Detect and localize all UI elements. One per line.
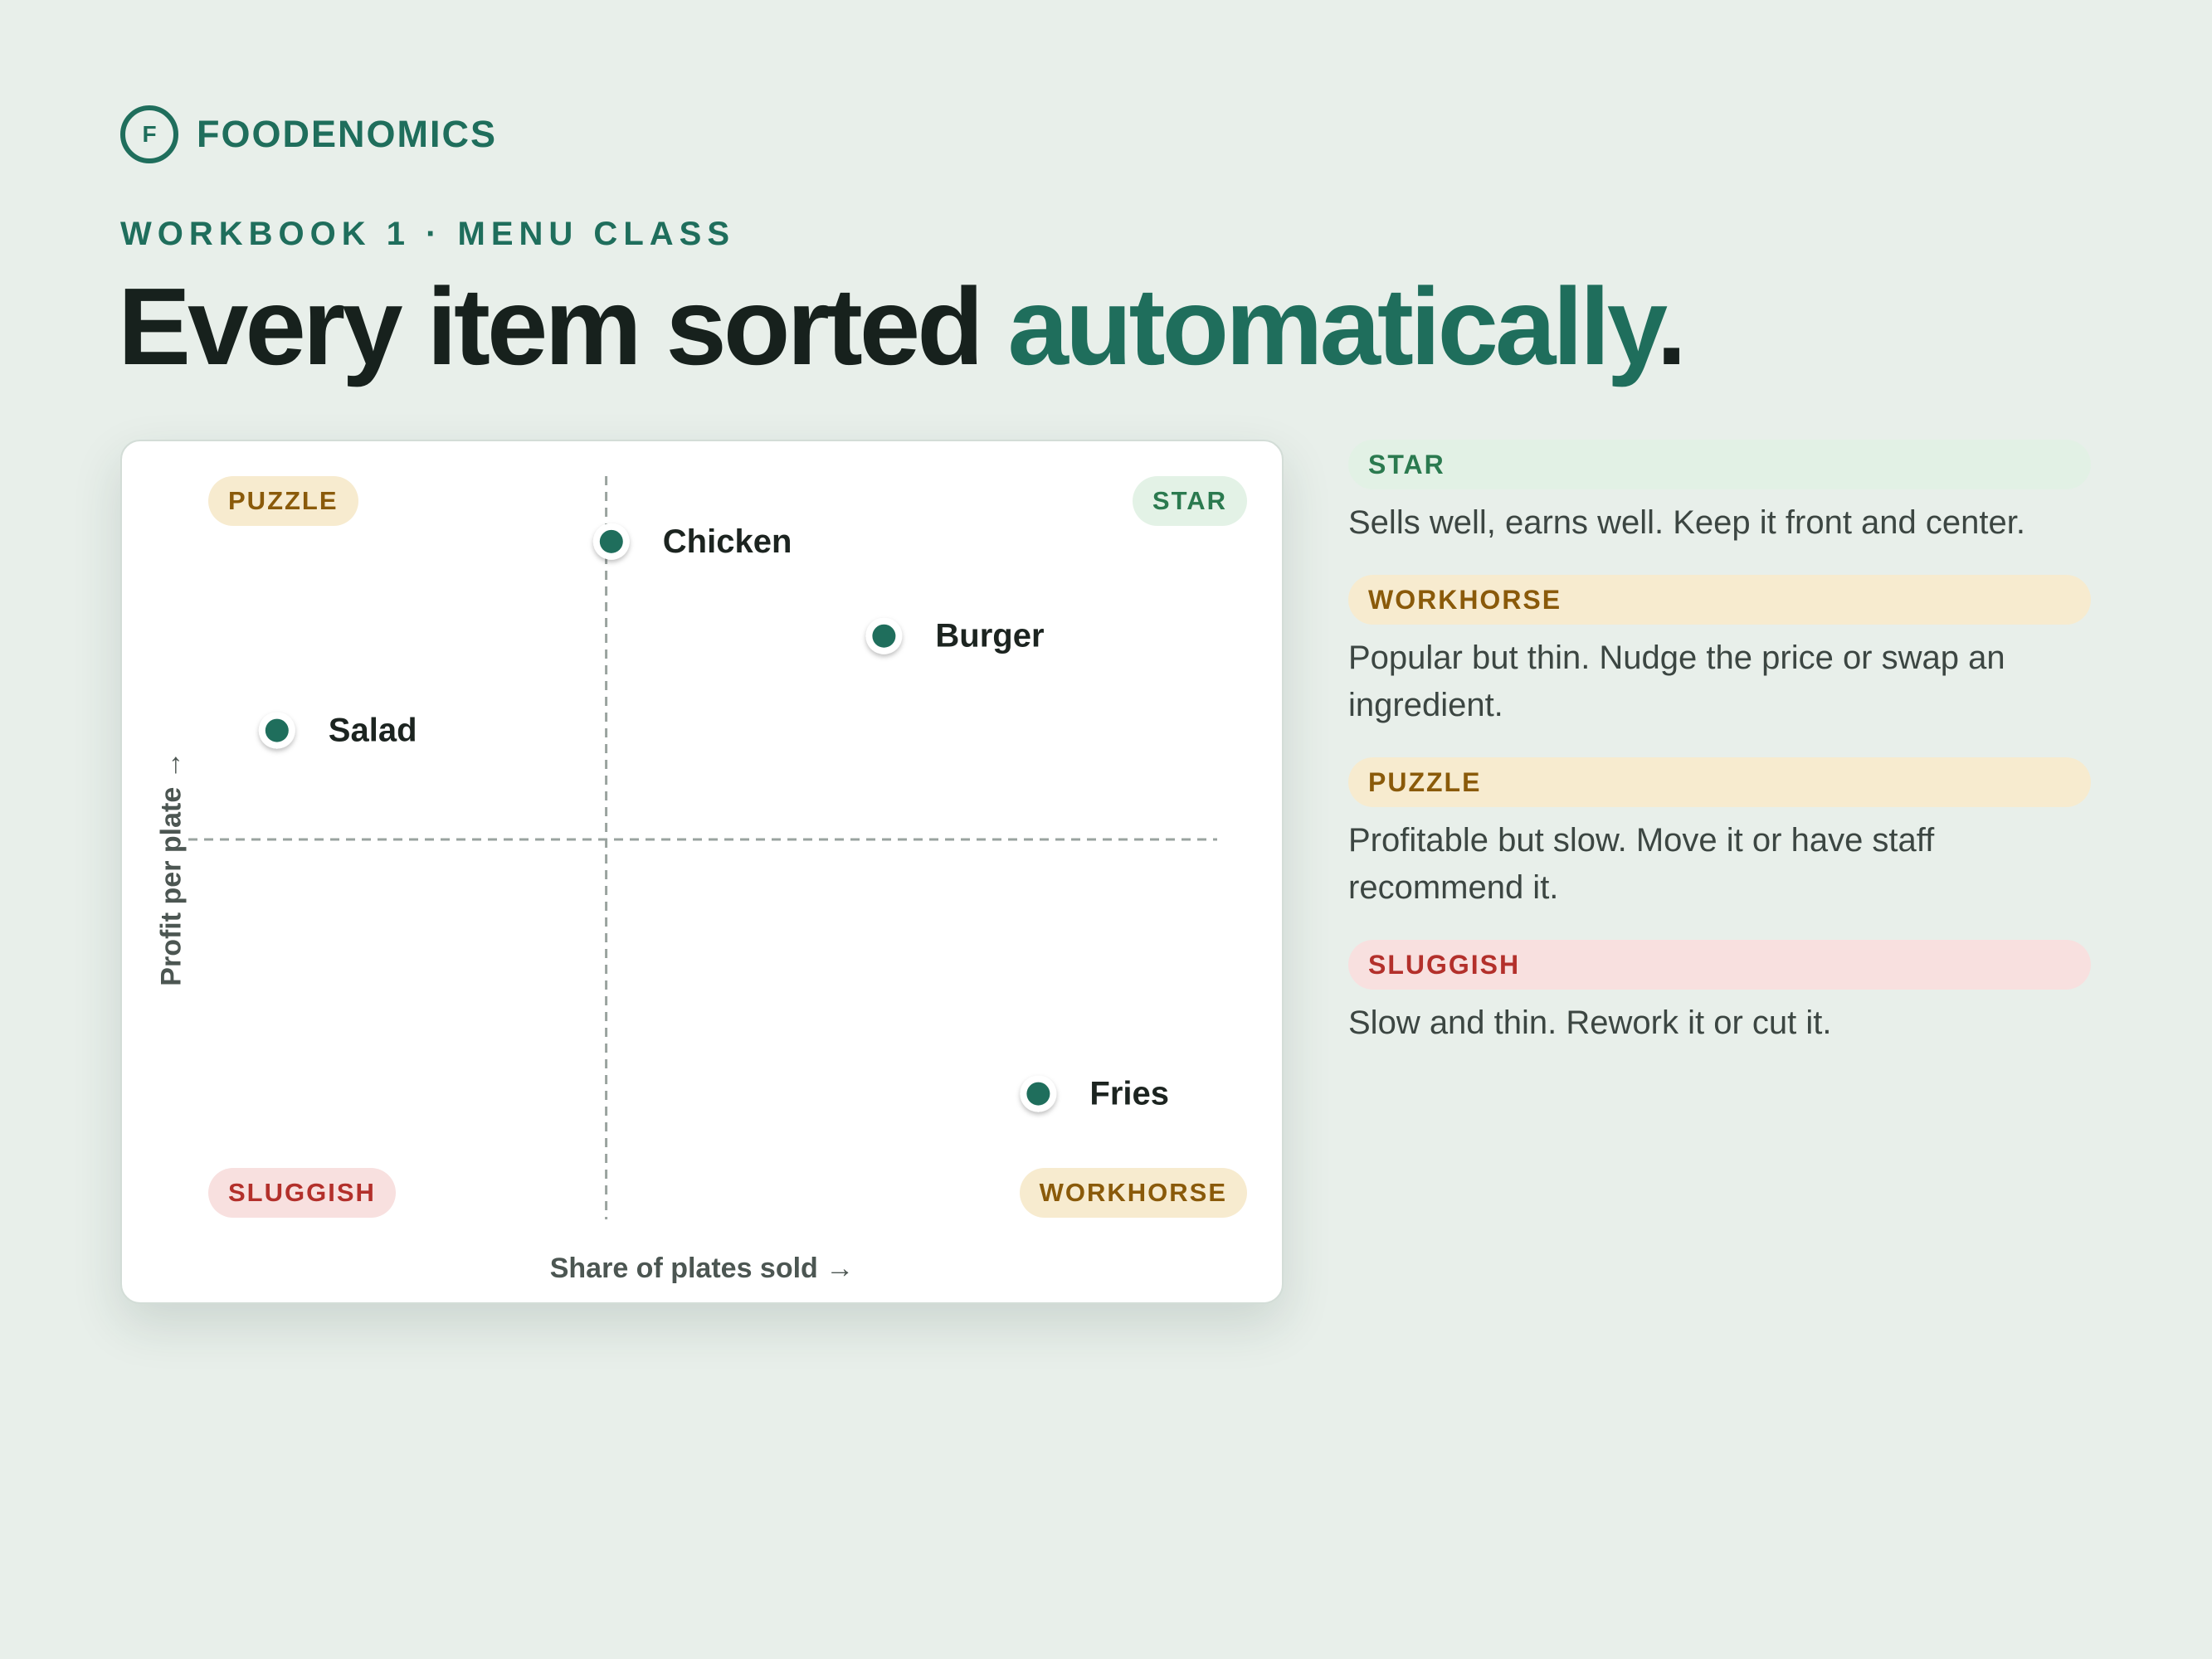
headline-accent: automatically bbox=[1007, 265, 1660, 387]
legend-tag-sluggish: SLUGGISH bbox=[1348, 940, 2091, 990]
point-label-salad: Salad bbox=[329, 713, 417, 749]
quadrant-label-star: STAR bbox=[1132, 476, 1247, 526]
eyebrow: WORKBOOK 1 · MENU CLASS bbox=[120, 216, 735, 252]
legend-desc-star: Sells well, earns well. Keep it front an… bbox=[1348, 504, 2025, 541]
x-axis-label: Share of plates sold → bbox=[549, 1253, 855, 1284]
quadrant-label-sluggish: SLUGGISH bbox=[208, 1168, 396, 1218]
brand-name: FOODENOMICS bbox=[197, 113, 498, 155]
y-axis-label: Profit per plate → bbox=[155, 751, 188, 986]
data-point-salad bbox=[265, 718, 289, 742]
data-point-chicken bbox=[599, 529, 623, 553]
legend-tag-puzzle: PUZZLE bbox=[1348, 757, 2091, 807]
legend-desc-puzzle: Profitable but slow. Move it or have sta… bbox=[1348, 822, 1935, 906]
brand-logo-icon: F bbox=[120, 105, 178, 163]
legend: STAR Sells well, earns well. Keep it fro… bbox=[1348, 440, 2091, 1075]
legend-item-star: STAR Sells well, earns well. Keep it fro… bbox=[1348, 440, 2091, 547]
quadrant-label-puzzle: PUZZLE bbox=[208, 476, 358, 526]
point-label-fries: Fries bbox=[1089, 1076, 1169, 1112]
legend-item-workhorse: WORKHORSE Popular but thin. Nudge the pr… bbox=[1348, 575, 2091, 729]
data-point-fries bbox=[1026, 1082, 1050, 1106]
legend-desc-sluggish: Slow and thin. Rework it or cut it. bbox=[1348, 1005, 1832, 1041]
quadrant-label-workhorse: WORKHORSE bbox=[1019, 1168, 1247, 1218]
legend-tag-workhorse: WORKHORSE bbox=[1348, 575, 2091, 625]
chart-card: Chicken Burger Salad Fries PUZZLE STAR SLUG… bbox=[120, 440, 1284, 1304]
headline-end: . bbox=[1656, 265, 1687, 387]
legend-desc-workhorse: Popular but thin. Nudge the price or swa… bbox=[1348, 640, 2005, 723]
point-label-burger: Burger bbox=[935, 618, 1044, 654]
legend-tag-star: STAR bbox=[1348, 440, 2091, 489]
legend-item-sluggish: SLUGGISH Slow and thin. Rework it or cut… bbox=[1348, 940, 2091, 1047]
headline-main: Every item sorted bbox=[118, 265, 1008, 387]
brand: F FOODENOMICS bbox=[120, 105, 498, 163]
legend-item-puzzle: PUZZLE Profitable but slow. Move it or h… bbox=[1348, 757, 2091, 912]
data-point-burger bbox=[872, 624, 896, 648]
point-label-chicken: Chicken bbox=[663, 523, 792, 560]
headline: Every item sorted automatically. bbox=[118, 264, 1687, 389]
